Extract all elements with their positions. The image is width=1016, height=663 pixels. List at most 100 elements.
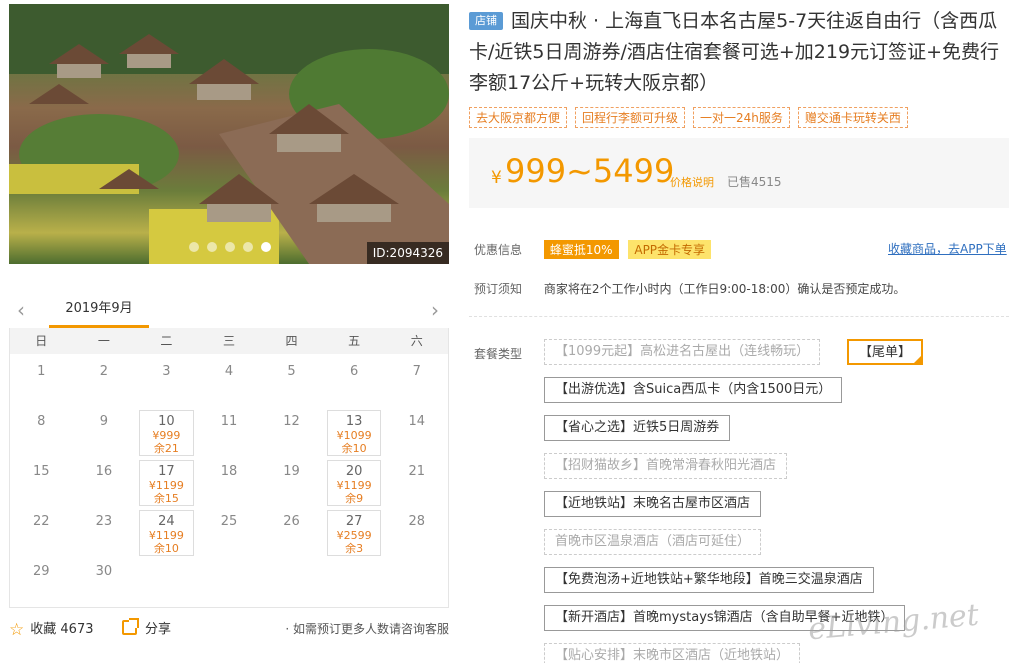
section-divider [469,316,1009,317]
weekday-label: 三 [222,334,235,348]
day-number: 23 [95,514,113,529]
weekday-label: 六 [410,334,423,348]
day-number: 27 [345,514,363,529]
day-number: 12 [283,414,300,429]
day-number: 21 [408,464,425,479]
price-range: 999~5499 [505,152,675,190]
share-button[interactable]: 分享 [122,618,171,637]
weekday-label: 一 [97,334,110,348]
calendar-day: 1 [10,358,73,408]
day-number: 26 [283,514,300,529]
star-icon: ☆ [9,620,25,640]
calendar-day: 19 [260,458,323,508]
calendar-day: 5 [260,358,323,408]
offers-row: 优惠信息 蜂蜜抵10% APP金卡专享 [474,240,712,259]
day-number: 4 [224,364,234,379]
day-price: ¥1099 [336,429,372,442]
notice-row: 预订须知 商家将在2个工作小时内（工作日9:00-18:00）确认是否预定成功。 [474,280,905,297]
shop-badge[interactable]: 店铺 [469,12,503,30]
notice-text: 商家将在2个工作小时内（工作日9:00-18:00）确认是否预定成功。 [543,282,906,296]
carousel-dot[interactable] [243,242,253,252]
favorite-button[interactable]: ☆ 收藏 4673 [9,618,94,640]
package-option[interactable]: 【免费泡汤+近地铁站+繁华地段】首晚三交温泉酒店 [544,567,874,593]
carousel-dot[interactable] [189,242,199,252]
day-price: ¥1199 [148,529,184,542]
calendar-day: 6 [323,358,386,408]
share-label: 分享 [145,622,172,637]
calendar-day-available[interactable]: 24 ¥1199 余10 [139,510,194,556]
day-number: 17 [158,464,175,479]
day-number: 19 [283,464,300,479]
calendar-day: 8 [10,408,73,458]
calendar-day-available[interactable]: 27 ¥2599 余3 [326,510,382,556]
package-option: 【贴心安排】末晚市区酒店（近地铁站） [544,643,801,663]
calendar-day: 29 [10,558,73,608]
day-number: 7 [412,364,421,379]
app-gold-badge[interactable]: APP金卡专享 [628,240,712,259]
honey-promo-badge[interactable]: 蜂蜜抵10% [543,240,619,259]
day-number: 20 [345,464,363,479]
currency-symbol: ¥ [491,168,502,188]
day-price: ¥999 [152,429,181,442]
calendar-day: 12 [260,408,323,458]
package-option: 首晚市区温泉酒店（酒店可延住） [544,529,762,555]
feature-tag: 去大阪京都方便 [469,107,568,128]
package-option: 【招财猫故乡】首晚常滑春秋阳光酒店 [544,453,788,479]
chevron-right-icon[interactable]: › [431,298,439,322]
sold-count: 已售4515 [727,175,782,189]
calendar-days: 1 2 3 4 5 6 7 8 9 10 ¥999 余21 11 12 13 ¥1099 余10 14 15 16 17… [10,354,448,608]
package-type-label: 套餐类型 [474,347,523,361]
calendar-day: 22 [10,508,73,558]
calendar-day: 26 [260,508,323,558]
day-number: 16 [95,464,113,479]
day-remaining: 余9 [345,492,364,505]
day-number: 25 [220,514,238,529]
feature-tag: 回程行李额可升级 [575,107,686,128]
calendar-day-available[interactable]: 17 ¥1199 余15 [139,460,194,506]
product-photo[interactable]: ID:2094326 [9,4,449,264]
calendar-day-available[interactable]: 13 ¥1099 余10 [326,410,382,456]
action-bar: ☆ 收藏 4673 分享 · 如需预订更多人数请咨询客服 [9,618,449,640]
calendar-day-available[interactable]: 10 ¥999 余21 [139,410,194,456]
price-panel: ¥ 999~5499 价格说明 已售4515 [469,138,1009,208]
package-option[interactable]: 【省心之选】近铁5日周游券 [544,415,731,441]
package-option[interactable]: 【出游优选】含Suica西瓜卡（内含1500日元） [544,377,843,403]
package-option[interactable]: 【近地铁站】末晚名古屋市区酒店 [544,491,762,517]
date-calendar: ‹ 2019年9月 › 日一二三四五六 1 2 3 4 5 6 7 8 9 10 ¥999 余21 11… [9,290,449,608]
day-number: 28 [408,514,425,529]
carousel-dot[interactable] [225,242,235,252]
product-title: 店铺 国庆中秋 · 上海直飞日本名古屋5-7天往返自由行（含西瓜卡/近铁5日周游券… [469,6,1009,99]
day-number: 11 [220,414,238,429]
feature-tags: 去大阪京都方便 回程行李额可升级 一对一24h服务 赠交通卡玩转关西 [469,107,908,128]
chevron-left-icon[interactable]: ‹ [17,298,25,322]
package-option[interactable]: 【尾单】 [847,339,924,365]
day-price: ¥1199 [336,479,372,492]
calendar-day: 28 [385,508,448,558]
day-number: 10 [158,414,175,429]
day-remaining: 余21 [153,442,179,455]
calendar-day: 7 [385,358,448,408]
carousel-dots [189,242,271,252]
carousel-dot[interactable] [207,242,217,252]
calendar-day: 4 [198,358,261,408]
carousel-dot[interactable] [261,242,271,252]
calendar-nav: ‹ 2019年9月 › [9,290,449,328]
weekday-label: 五 [348,334,361,348]
day-number: 24 [158,514,175,529]
calendar-day-available[interactable]: 20 ¥1199 余9 [326,460,382,506]
package-option: 【1099元起】高松进名古屋出（连线畅玩） [544,339,821,365]
favorite-label: 收藏 [30,622,57,637]
day-number: 29 [33,564,50,579]
weekday-label: 四 [285,334,298,348]
favorite-in-app-link[interactable]: 收藏商品，去APP下单 [888,240,1007,257]
weekday-label: 二 [160,334,173,348]
day-remaining: 余10 [341,442,367,455]
price-explain-link[interactable]: 价格说明 [670,174,714,190]
calendar-day: 14 [385,408,448,458]
day-number: 6 [349,364,359,379]
calendar-month-tab[interactable]: 2019年9月 [49,290,149,328]
day-number: 13 [345,414,363,429]
calendar-day: 11 [198,408,261,458]
feature-tag: 一对一24h服务 [693,107,790,128]
calendar-day: 18 [198,458,261,508]
